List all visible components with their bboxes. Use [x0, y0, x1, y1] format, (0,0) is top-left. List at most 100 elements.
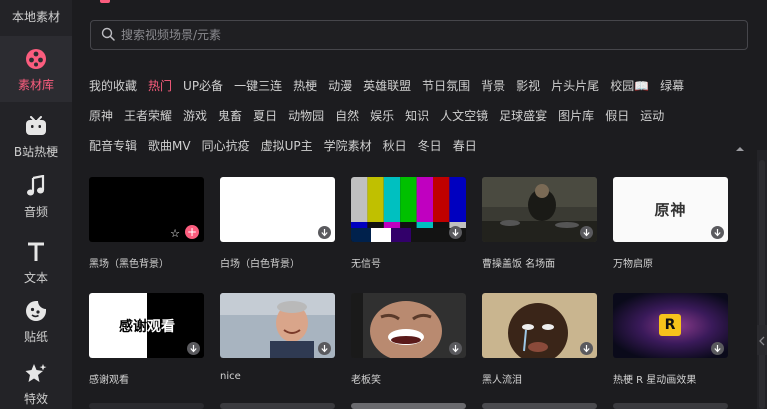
category-tag[interactable]: 娱乐 [370, 107, 394, 124]
category-tag[interactable]: 节日氛围 [422, 77, 470, 94]
download-icon[interactable] [580, 226, 593, 239]
category-tag[interactable]: 鬼畜 [218, 107, 242, 124]
material-card[interactable]: 黑人流泪 [482, 293, 597, 386]
card-label: 老板笑 [351, 375, 381, 386]
card-label: 热梗 R 星动画效果 [613, 375, 697, 386]
category-tag[interactable]: UP必备 [183, 77, 223, 94]
add-icon[interactable]: + [185, 225, 199, 239]
card-label: 黑人流泪 [482, 375, 522, 386]
category-tag[interactable]: 英雄联盟 [363, 77, 411, 94]
download-icon[interactable] [711, 342, 724, 355]
category-tag[interactable]: 运动 [640, 107, 664, 124]
material-card[interactable] [482, 403, 597, 409]
category-tag[interactable]: 片头片尾 [551, 77, 599, 94]
category-tag[interactable]: 人文空镜 [440, 107, 488, 124]
category-tag[interactable]: 一键三连 [234, 77, 282, 94]
category-tag[interactable]: 动漫 [328, 77, 352, 94]
category-tag[interactable]: 足球盛宴 [499, 107, 547, 124]
download-icon[interactable] [449, 342, 462, 355]
category-tag[interactable]: 影视 [516, 77, 540, 94]
category-tag[interactable]: 原神 [89, 107, 113, 124]
category-tag[interactable]: 热梗 [293, 77, 317, 94]
category-tag[interactable]: 校园📖 [610, 77, 649, 94]
category-tag[interactable]: 热门 [148, 77, 172, 94]
sidebar-item-bilibili-memes[interactable]: B站热梗 [0, 103, 72, 169]
category-tag[interactable]: 自然 [335, 107, 359, 124]
material-card[interactable]: 老板笑 [351, 293, 466, 386]
category-tag[interactable]: 配音专辑 [89, 137, 137, 154]
sidebar-item-material-library[interactable]: 素材库 [0, 36, 72, 102]
sidebar-item-text[interactable]: 文本 [0, 229, 72, 295]
material-card[interactable]: 感谢 观看 感谢观看 [89, 293, 204, 386]
thanks-text-right: 观看 [147, 318, 175, 335]
sidebar-item-label: 素材库 [17, 77, 54, 92]
category-tag[interactable]: 学院素材 [324, 137, 372, 154]
material-card[interactable] [89, 403, 204, 409]
thumbnail-white-screen [220, 177, 335, 242]
sidebar-item-audio[interactable]: 音频 [0, 163, 72, 229]
scrollbar-thumb[interactable] [759, 160, 765, 409]
sidebar-item-stickers[interactable]: 贴纸 [0, 288, 72, 354]
material-panel: 我的收藏热门UP必备一键三连热梗动漫英雄联盟节日氛围背景影视片头片尾校园📖绿幕 … [72, 0, 767, 409]
category-tag[interactable]: 王者荣耀 [124, 107, 172, 124]
category-tag[interactable]: 歌曲MV [148, 137, 191, 154]
category-tag[interactable]: 夏日 [253, 107, 277, 124]
sidebar-item-label: 贴纸 [23, 329, 48, 344]
download-icon[interactable] [580, 342, 593, 355]
category-tag[interactable]: 虚拟UP主 [261, 137, 313, 154]
chevron-left-icon [759, 331, 765, 350]
collapse-tags-icon[interactable] [735, 138, 745, 151]
thumbnail-nice [220, 293, 335, 358]
download-icon[interactable] [449, 226, 462, 239]
thumbnail-thanks-for-watching: 感谢 观看 [89, 293, 204, 358]
category-tag[interactable]: 我的收藏 [89, 77, 137, 94]
download-icon[interactable] [318, 342, 331, 355]
download-icon[interactable] [711, 226, 724, 239]
tag-row-3: 配音专辑 歌曲MV 同心抗疫 虚拟UP主 学院素材 秋日 冬日 春日 [89, 130, 749, 160]
material-card[interactable]: 曹操盖饭 名场面 [482, 177, 597, 270]
category-tag[interactable]: 假日 [605, 107, 629, 124]
category-tag[interactable]: 知识 [405, 107, 429, 124]
card-label: 万物启原 [613, 259, 653, 270]
material-card[interactable] [351, 403, 466, 409]
material-card[interactable] [220, 403, 335, 409]
sidebar-item-effects[interactable]: 特效 [0, 350, 72, 409]
bilibili-tv-icon [25, 113, 47, 139]
category-tag[interactable]: 游戏 [183, 107, 207, 124]
material-card[interactable] [613, 403, 728, 409]
favorite-star-icon[interactable]: ☆ [170, 227, 180, 240]
sparkle-star-icon [25, 360, 47, 386]
active-tab-indicator [100, 0, 110, 3]
search-input[interactable] [121, 28, 721, 42]
category-tag[interactable]: 同心抗疫 [202, 137, 250, 154]
category-tag[interactable]: 图片库 [558, 107, 594, 124]
thumbnail-rockstar-effect: R [613, 293, 728, 358]
search-icon [101, 26, 115, 45]
download-icon[interactable] [187, 342, 200, 355]
material-card[interactable]: 原神 万物启原 [613, 177, 728, 270]
category-tag[interactable]: 动物园 [288, 107, 324, 124]
tag-row-2: 原神 王者荣耀 游戏 鬼畜 夏日 动物园 自然 娱乐 知识 人文空镜 足球盛宴 图片库 假日 运动 [89, 100, 749, 130]
material-card[interactable]: nice [220, 293, 335, 382]
download-icon[interactable] [318, 226, 331, 239]
material-card[interactable]: ☆ + 黑场（黑色背景） [89, 177, 204, 270]
sidebar-item-label: 文本 [23, 270, 48, 285]
category-tags: 我的收藏 热门 UP必备 一键三连 热梗 动漫 英雄联盟 节日氛围 背景 影视 片头片尾 校园📖 绿幕 … [89, 70, 749, 160]
category-tag[interactable]: 背景 [481, 77, 505, 94]
category-tag[interactable]: 春日 [453, 137, 477, 154]
category-tag[interactable]: 冬日 [418, 137, 442, 154]
sidebar-item-local-material[interactable]: 本地素材 [0, 0, 72, 32]
thumbnail-genshin-logo: 原神 [613, 177, 728, 242]
material-card[interactable]: 无信号 [351, 177, 466, 270]
search-box[interactable] [90, 20, 748, 50]
material-card[interactable]: R 热梗 R 星动画效果 [613, 293, 728, 386]
thumbnail-caocao-scene [482, 177, 597, 242]
thumbnail-black-screen: ☆ + [89, 177, 204, 242]
panel-resize-handle[interactable] [757, 325, 767, 355]
sidebar-item-label: B站热梗 [13, 144, 59, 159]
thanks-text-left: 感谢 [119, 318, 147, 335]
material-card[interactable]: 白场（白色背景） [220, 177, 335, 270]
text-t-icon [27, 239, 45, 265]
category-tag[interactable]: 秋日 [383, 137, 407, 154]
category-tag[interactable]: 绿幕 [660, 77, 684, 94]
